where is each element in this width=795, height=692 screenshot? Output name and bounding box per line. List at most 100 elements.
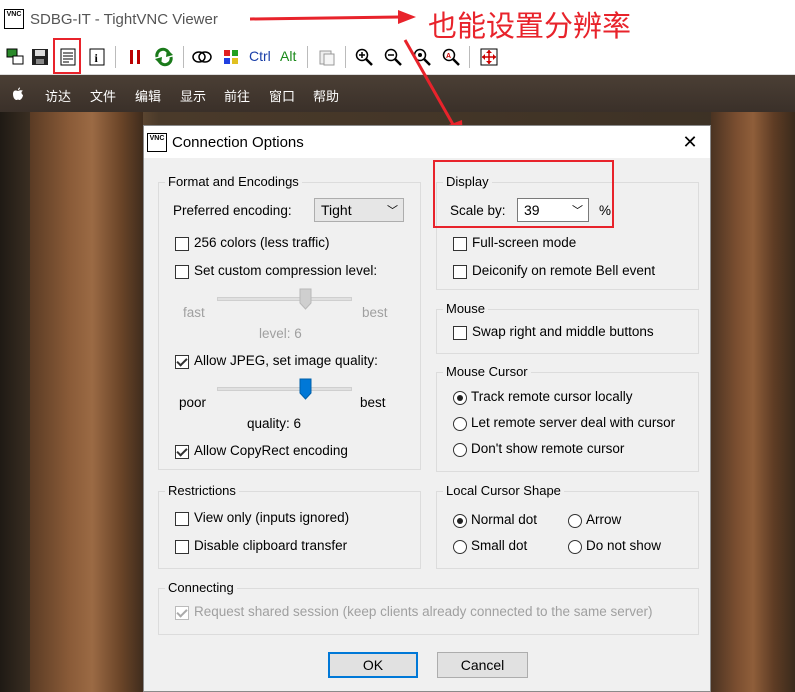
- toolbar-separator: [307, 46, 308, 68]
- compression-fast-label: fast: [183, 305, 205, 320]
- normal-dot-radio[interactable]: [453, 514, 467, 528]
- toolbar-separator: [115, 46, 116, 68]
- colors256-checkbox[interactable]: [175, 237, 189, 251]
- group-title: Local Cursor Shape: [443, 483, 564, 498]
- chevron-down-icon: ﹀: [387, 205, 398, 217]
- menu-item-go[interactable]: 前往: [224, 86, 250, 105]
- connection-options-dialog: VNC Connection Options ✕ Format and Enco…: [143, 125, 711, 692]
- menu-item-view[interactable]: 显示: [180, 86, 206, 105]
- connecting-group: Connecting Request shared session (keep …: [158, 580, 699, 635]
- shared-session-label: Request shared session (keep clients alr…: [194, 604, 653, 619]
- custom-compression-checkbox[interactable]: [175, 265, 189, 279]
- track-cursor-label: Track remote cursor locally: [471, 389, 633, 404]
- allow-jpeg-checkbox[interactable]: [175, 355, 189, 369]
- view-only-checkbox[interactable]: [175, 512, 189, 526]
- track-cursor-radio[interactable]: [453, 391, 467, 405]
- group-title: Mouse Cursor: [443, 364, 531, 379]
- deiconify-label: Deiconify on remote Bell event: [472, 263, 656, 278]
- custom-compression-label: Set custom compression level:: [194, 263, 378, 278]
- server-cursor-radio[interactable]: [453, 417, 467, 431]
- dialog-title: Connection Options: [172, 134, 304, 151]
- format-encodings-group: Format and Encodings Preferred encoding:…: [158, 174, 421, 470]
- ctrl-key-button[interactable]: Ctrl: [249, 48, 271, 64]
- quality-best-label: best: [360, 395, 386, 410]
- menu-item-edit[interactable]: 编辑: [135, 86, 161, 105]
- annotation-highlight-box: [53, 38, 81, 74]
- copyrect-label: Allow CopyRect encoding: [194, 443, 348, 458]
- small-dot-radio[interactable]: [453, 540, 467, 554]
- fullscreen-label: Full-screen mode: [472, 235, 577, 250]
- do-not-show-radio[interactable]: [568, 540, 582, 554]
- shared-session-checkbox[interactable]: [175, 606, 189, 620]
- annotation-arrow-icon: [249, 10, 416, 24]
- ok-button[interactable]: OK: [328, 652, 418, 678]
- preferred-encoding-select[interactable]: Tight ﹀: [314, 198, 404, 222]
- do-not-show-label: Do not show: [586, 538, 662, 553]
- disable-clipboard-checkbox[interactable]: [175, 540, 189, 554]
- vnc-dialog-icon: VNC: [147, 133, 167, 152]
- clipboard-icon[interactable]: [316, 46, 338, 68]
- compression-slider-track[interactable]: [217, 297, 352, 301]
- fullscreen-icon[interactable]: [478, 46, 500, 68]
- save-icon[interactable]: [29, 46, 51, 68]
- copyrect-checkbox[interactable]: [175, 445, 189, 459]
- compression-slider-thumb[interactable]: [299, 288, 312, 310]
- fullscreen-checkbox[interactable]: [453, 237, 467, 251]
- normal-dot-label: Normal dot: [471, 512, 538, 527]
- apple-icon[interactable]: [12, 87, 24, 101]
- small-dot-label: Small dot: [471, 538, 528, 553]
- deiconify-checkbox[interactable]: [453, 265, 467, 279]
- pause-icon[interactable]: [124, 46, 146, 68]
- colors256-label: 256 colors (less traffic): [194, 235, 330, 250]
- menu-item-finder[interactable]: 访达: [45, 86, 71, 105]
- allow-jpeg-label: Allow JPEG, set image quality:: [194, 353, 378, 368]
- mouse-group: Mouse Swap right and middle buttons: [436, 301, 699, 354]
- server-cursor-label: Let remote server deal with cursor: [471, 415, 676, 430]
- quality-level-text: quality: 6: [247, 416, 302, 431]
- toolbar: i Ctrl Alt A: [0, 40, 795, 75]
- local-cursor-group: Local Cursor Shape Normal dot Arrow Smal…: [436, 483, 699, 569]
- compression-best-label: best: [362, 305, 388, 320]
- view-only-label: View only (inputs ignored): [194, 510, 350, 525]
- alt-key-button[interactable]: Alt: [280, 48, 296, 64]
- refresh-icon[interactable]: [153, 46, 175, 68]
- group-title: Mouse: [443, 301, 489, 316]
- arrow-label: Arrow: [586, 512, 622, 527]
- dialog-titlebar: VNC Connection Options ✕: [144, 126, 710, 158]
- compression-level-text: level: 6: [259, 326, 302, 341]
- arrow-radio[interactable]: [568, 514, 582, 528]
- menu-item-window[interactable]: 窗口: [269, 86, 295, 105]
- restrictions-group: Restrictions View only (inputs ignored) …: [158, 483, 421, 569]
- close-icon[interactable]: ✕: [680, 132, 700, 152]
- cancel-button[interactable]: Cancel: [437, 652, 528, 678]
- window-title: SDBG-IT - TightVNC Viewer: [30, 11, 218, 28]
- window-titlebar: VNC SDBG-IT - TightVNC Viewer 也能设置分辨率: [0, 0, 795, 43]
- no-cursor-radio[interactable]: [453, 443, 467, 457]
- mouse-cursor-group: Mouse Cursor Track remote cursor locally…: [436, 364, 699, 472]
- menu-item-file[interactable]: 文件: [90, 86, 116, 105]
- windows-key-icon[interactable]: [220, 46, 242, 68]
- quality-slider-track[interactable]: [217, 387, 352, 391]
- disable-clipboard-label: Disable clipboard transfer: [194, 538, 348, 553]
- group-title: Format and Encodings: [165, 174, 302, 189]
- preferred-encoding-value: Tight: [321, 202, 352, 218]
- swap-buttons-checkbox[interactable]: [453, 326, 467, 340]
- remote-menu-bar: 访达 文件 编辑 显示 前往 窗口 帮助: [0, 75, 795, 112]
- swap-buttons-label: Swap right and middle buttons: [472, 324, 654, 339]
- quality-slider-thumb[interactable]: [299, 378, 312, 400]
- group-title: Restrictions: [165, 483, 239, 498]
- tree-trunk: [30, 112, 143, 692]
- zoom-in-icon[interactable]: [353, 46, 375, 68]
- group-title: Connecting: [165, 580, 237, 595]
- vnc-app-icon: VNC: [4, 9, 24, 29]
- tree-trunk: [0, 112, 30, 692]
- preferred-encoding-label: Preferred encoding:: [173, 203, 292, 218]
- toolbar-separator: [183, 46, 184, 68]
- toolbar-separator: [345, 46, 346, 68]
- connection-info-icon[interactable]: i: [86, 46, 108, 68]
- new-connection-icon[interactable]: [4, 46, 26, 68]
- menu-item-help[interactable]: 帮助: [313, 86, 339, 105]
- annotation-text: 也能设置分辨率: [428, 9, 632, 43]
- ctrl-alt-del-icon[interactable]: [191, 46, 213, 68]
- tree-trunk: [711, 112, 795, 692]
